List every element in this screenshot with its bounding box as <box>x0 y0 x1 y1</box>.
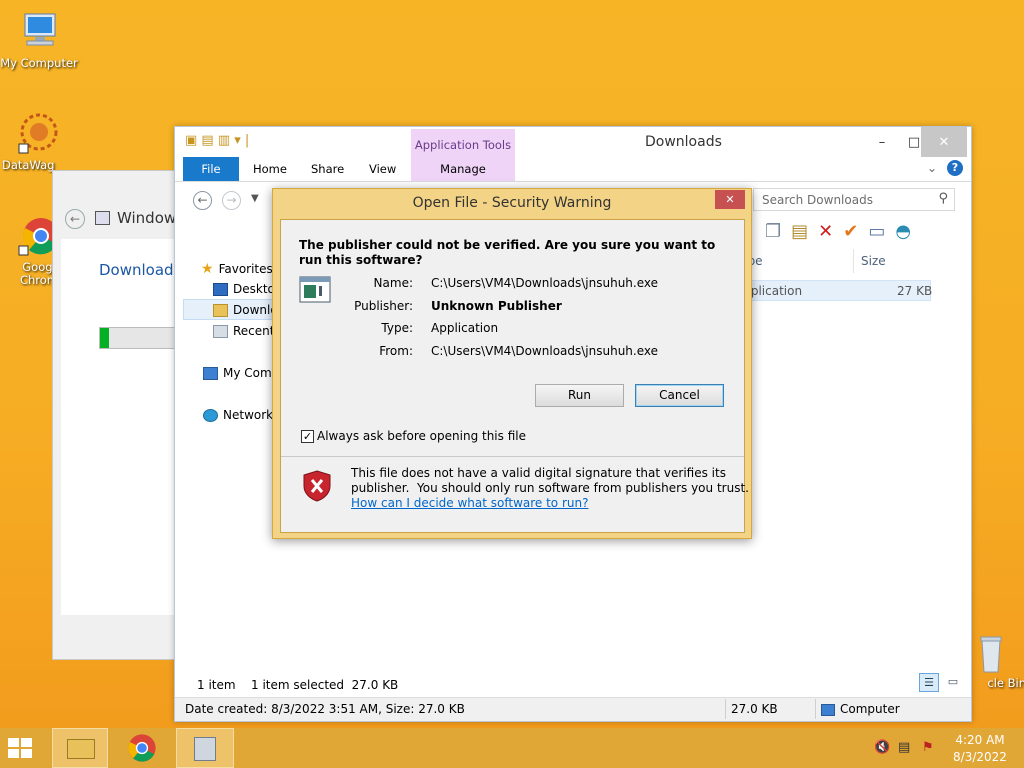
security-warning-dialog[interactable]: Open File - Security Warning ✕ The publi… <box>272 188 752 539</box>
taskbar-explorer-button[interactable] <box>52 728 108 768</box>
run-button[interactable]: Run <box>535 384 624 407</box>
volume-muted-icon[interactable]: 🔇 <box>874 740 890 755</box>
installer-icon <box>194 737 216 761</box>
tab-view[interactable]: View <box>357 157 408 181</box>
search-icon: ⚲ <box>938 191 948 206</box>
nav-favorites[interactable]: ★ Favorites <box>201 259 273 279</box>
file-size: 27 KB <box>897 284 933 298</box>
desktop-icon-label: My Computer <box>0 56 78 70</box>
tab-file[interactable]: File <box>183 157 239 181</box>
nav-network[interactable]: Network <box>203 405 273 425</box>
ribbon-divider <box>175 181 971 182</box>
tab-share[interactable]: Share <box>299 157 356 181</box>
context-tab-group-label: Application Tools <box>414 138 512 152</box>
recycle-bin-icon <box>980 636 1002 673</box>
check-icon[interactable]: ✔ <box>843 221 858 242</box>
network-icon <box>203 408 218 422</box>
details-separator <box>725 699 726 719</box>
back-button[interactable]: ← <box>65 209 85 229</box>
tab-manage[interactable]: Manage <box>431 157 495 181</box>
help-link[interactable]: How can I decide what software to run? <box>351 496 588 510</box>
column-divider <box>853 249 854 273</box>
window-title: Downloads <box>645 134 722 150</box>
warning-question: The publisher could not be verified. Are… <box>299 238 716 267</box>
downloads-folder-icon <box>213 303 228 317</box>
delete-icon[interactable]: ✕ <box>818 221 833 242</box>
desktop-folder-icon <box>213 282 228 296</box>
progress-fill <box>100 328 109 348</box>
close-button[interactable]: ✕ <box>921 127 967 157</box>
field-label-publisher: Publisher: <box>354 299 413 313</box>
computer-small-icon <box>821 704 835 716</box>
column-header-size[interactable]: Size <box>861 254 886 268</box>
toolbar-icons: ❐ ▤ ✕ ✔ ▭ ◓ <box>765 221 911 242</box>
computer-icon <box>203 366 218 380</box>
search-placeholder: Search Downloads <box>762 193 873 207</box>
back-button[interactable]: ← <box>193 191 212 210</box>
field-value-publisher: Unknown Publisher <box>431 299 562 313</box>
windows-logo-icon <box>8 738 32 758</box>
rename-icon[interactable]: ▭ <box>868 221 885 242</box>
field-value-from: C:\Users\VM4\Downloads\jnsuhuh.exe <box>431 344 659 358</box>
field-label-from: From: <box>379 344 413 358</box>
chrome-icon <box>128 734 156 762</box>
field-label-name: Name: <box>373 276 413 290</box>
status-item-count: 1 item <box>197 678 236 692</box>
start-button[interactable] <box>6 736 40 762</box>
dialog-divider <box>281 456 744 457</box>
details-view-button[interactable]: ☰ <box>919 673 939 692</box>
help-icon[interactable]: ? <box>947 160 963 176</box>
taskbar-chrome-button[interactable] <box>114 728 170 768</box>
details-info: Date created: 8/3/2022 3:51 AM, Size: 27… <box>185 702 465 716</box>
dialog-close-button[interactable]: ✕ <box>715 190 745 209</box>
quick-access-icons: ▣ ▤ ▥ ▾ | <box>185 133 250 148</box>
details-separator <box>815 699 816 719</box>
clock-time[interactable]: 4:20 AM <box>950 733 1010 747</box>
taskbar-installer-button[interactable] <box>176 728 234 768</box>
desktop-icon-my-computer[interactable]: My Computer <box>0 10 84 70</box>
tab-home[interactable]: Home <box>241 157 299 181</box>
recent-places-icon <box>213 324 228 338</box>
dialog-title: Open File - Security Warning <box>412 195 612 211</box>
star-icon: ★ <box>201 261 214 277</box>
action-center-icon[interactable]: ⚑ <box>922 740 934 755</box>
field-label-type: Type: <box>381 321 413 335</box>
download-heading: Downloadi <box>99 261 178 279</box>
search-box[interactable]: Search Downloads ⚲ <box>753 188 955 211</box>
details-location: Computer <box>840 702 900 716</box>
nav-label: Network <box>223 408 274 422</box>
window-icon <box>95 211 110 225</box>
forward-button[interactable]: → <box>222 191 241 210</box>
paste-icon[interactable]: ▤ <box>791 221 808 242</box>
taskbar: 🔇 ▤ ⚑ 4:20 AM 8/3/2022 <box>0 728 1024 768</box>
warning-text-line2: publisher. You should only run software … <box>351 481 749 495</box>
folder-icon <box>67 739 95 759</box>
always-ask-label[interactable]: Always ask before opening this file <box>317 429 526 443</box>
recent-locations-icon[interactable]: ▼ <box>251 193 259 204</box>
clock-date[interactable]: 8/3/2022 <box>950 750 1010 764</box>
always-ask-checkbox[interactable]: ✓ <box>301 430 314 443</box>
field-value-type: Application <box>431 321 499 335</box>
computer-icon <box>24 13 56 46</box>
field-value-name: C:\Users\VM4\Downloads\jnsuhuh.exe <box>431 276 659 290</box>
copy-icon[interactable]: ❐ <box>765 221 781 242</box>
details-size: 27.0 KB <box>731 702 778 716</box>
cancel-button[interactable]: Cancel <box>635 384 724 407</box>
status-selected: 1 item selected 27.0 KB <box>251 678 399 692</box>
large-icons-view-button[interactable]: ▭ <box>943 673 963 692</box>
desktop-icon-datawagon[interactable]: DataWag <box>0 112 84 172</box>
ribbon-expand-icon[interactable]: ⌄ <box>927 161 937 175</box>
nav-label: Favorites <box>218 262 273 276</box>
datawagon-icon <box>18 113 58 154</box>
shell-icon[interactable]: ◓ <box>895 221 911 242</box>
network-tray-icon[interactable]: ▤ <box>898 740 910 755</box>
warning-text-line1: This file does not have a valid digital … <box>351 466 726 480</box>
dialog-body: The publisher could not be verified. Are… <box>280 219 749 533</box>
shield-error-icon <box>303 470 331 502</box>
